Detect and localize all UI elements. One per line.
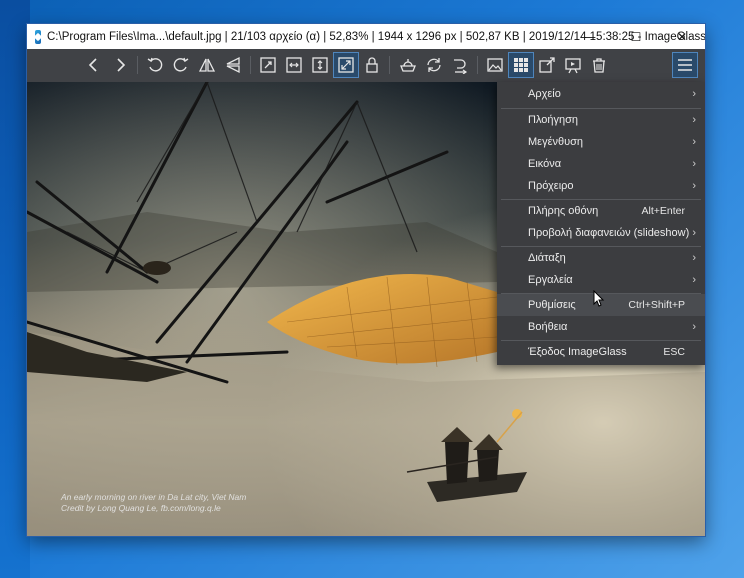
imageglass-window: C:\Program Files\Ima...\default.jpg | 21…	[27, 24, 705, 536]
desktop-background	[0, 0, 30, 578]
menu-item-label: Βοήθεια	[528, 321, 568, 333]
refresh-icon[interactable]	[422, 53, 446, 77]
rotate-left-icon[interactable]	[143, 53, 167, 77]
menu-icon[interactable]	[672, 52, 698, 78]
toolbar	[27, 49, 705, 82]
submenu-arrow-icon: ›	[692, 274, 696, 286]
menu-item-shortcut: Ctrl+Shift+P	[628, 299, 685, 311]
menu-item-image[interactable]: Εικόνα ›	[497, 153, 705, 175]
pan-icon[interactable]	[396, 53, 420, 77]
menu-item-tools[interactable]: Εργαλεία ›	[497, 269, 705, 291]
submenu-arrow-icon: ›	[692, 136, 696, 148]
menu-item-label: Εργαλεία	[528, 274, 573, 286]
menu-item-label: Πρόχειρο	[528, 180, 574, 192]
menu-item-layout[interactable]: Διάταξη ›	[497, 247, 705, 269]
menu-item-clipboard[interactable]: Πρόχειρο ›	[497, 175, 705, 197]
credit-line-2: Credit by Long Quang Le, fb.com/long.q.l…	[61, 503, 221, 513]
menu-item-navigation[interactable]: Πλοήγηση ›	[497, 109, 705, 131]
delete-icon[interactable]	[587, 53, 611, 77]
zoom-to-width-icon[interactable]	[282, 53, 306, 77]
maximize-button[interactable]: ☐	[613, 24, 659, 49]
minimize-button[interactable]: —	[567, 24, 613, 49]
menu-item-label: Εικόνα	[528, 158, 562, 170]
thumbnail-icon[interactable]	[508, 52, 534, 78]
zoom-to-height-icon[interactable]	[308, 53, 332, 77]
menu-item-label: Ρυθμίσεις	[528, 299, 576, 311]
rotate-right-icon[interactable]	[169, 53, 193, 77]
menu-item-exit[interactable]: Έξοδος ImageGlass ESC	[497, 341, 705, 363]
menu-item-slideshow[interactable]: Προβολή διαφανειών (slideshow) ›	[497, 222, 705, 244]
auto-zoom-icon[interactable]	[256, 53, 280, 77]
menu-item-label: Προβολή διαφανειών (slideshow)	[528, 227, 690, 239]
main-menu: Αρχείο › Πλοήγηση › Μεγένθυση › Εικόνα ›…	[497, 82, 705, 365]
menu-item-label: Μεγένθυση	[528, 136, 584, 148]
goto-icon[interactable]	[448, 53, 472, 77]
credit-line-1: An early morning on river in Da Lat city…	[61, 492, 247, 502]
fullscreen-icon[interactable]	[535, 53, 559, 77]
submenu-arrow-icon: ›	[692, 114, 696, 126]
scale-to-fit-icon[interactable]	[333, 52, 359, 78]
menu-item-label: Αρχείο	[528, 88, 561, 100]
menu-item-help[interactable]: Βοήθεια ›	[497, 316, 705, 338]
flip-vertical-icon[interactable]	[221, 53, 245, 77]
submenu-arrow-icon: ›	[692, 321, 696, 333]
next-icon[interactable]	[108, 53, 132, 77]
toolbar-separator	[389, 56, 390, 74]
slideshow-icon[interactable]	[561, 53, 585, 77]
menu-item-shortcut: Alt+Enter	[641, 205, 685, 217]
menu-item-label: Πλήρης οθόνη	[528, 205, 599, 217]
submenu-arrow-icon: ›	[692, 158, 696, 170]
prev-icon[interactable]	[82, 53, 106, 77]
title-bar[interactable]: C:\Program Files\Ima...\default.jpg | 21…	[27, 24, 705, 49]
toolbar-separator	[250, 56, 251, 74]
submenu-arrow-icon: ›	[692, 252, 696, 264]
photo-credit: An early morning on river in Da Lat city…	[61, 492, 246, 514]
menu-item-file[interactable]: Αρχείο ›	[497, 83, 705, 105]
menu-item-fullscreen[interactable]: Πλήρης οθόνη Alt+Enter	[497, 200, 705, 222]
close-button[interactable]: ✕	[659, 24, 705, 49]
submenu-arrow-icon: ›	[692, 227, 696, 239]
flip-horizontal-icon[interactable]	[195, 53, 219, 77]
gallery-icon[interactable]	[483, 53, 507, 77]
submenu-arrow-icon: ›	[692, 88, 696, 100]
imageglass-app-icon	[33, 29, 43, 44]
menu-item-shortcut: ESC	[663, 346, 685, 358]
lock-zoom-icon[interactable]	[360, 53, 384, 77]
menu-item-label: Έξοδος ImageGlass	[528, 346, 627, 358]
submenu-arrow-icon: ›	[692, 180, 696, 192]
menu-item-zoom[interactable]: Μεγένθυση ›	[497, 131, 705, 153]
menu-item-label: Διάταξη	[528, 252, 566, 264]
mouse-cursor-icon	[593, 290, 605, 307]
toolbar-separator	[477, 56, 478, 74]
menu-item-label: Πλοήγηση	[528, 114, 579, 126]
toolbar-separator	[137, 56, 138, 74]
